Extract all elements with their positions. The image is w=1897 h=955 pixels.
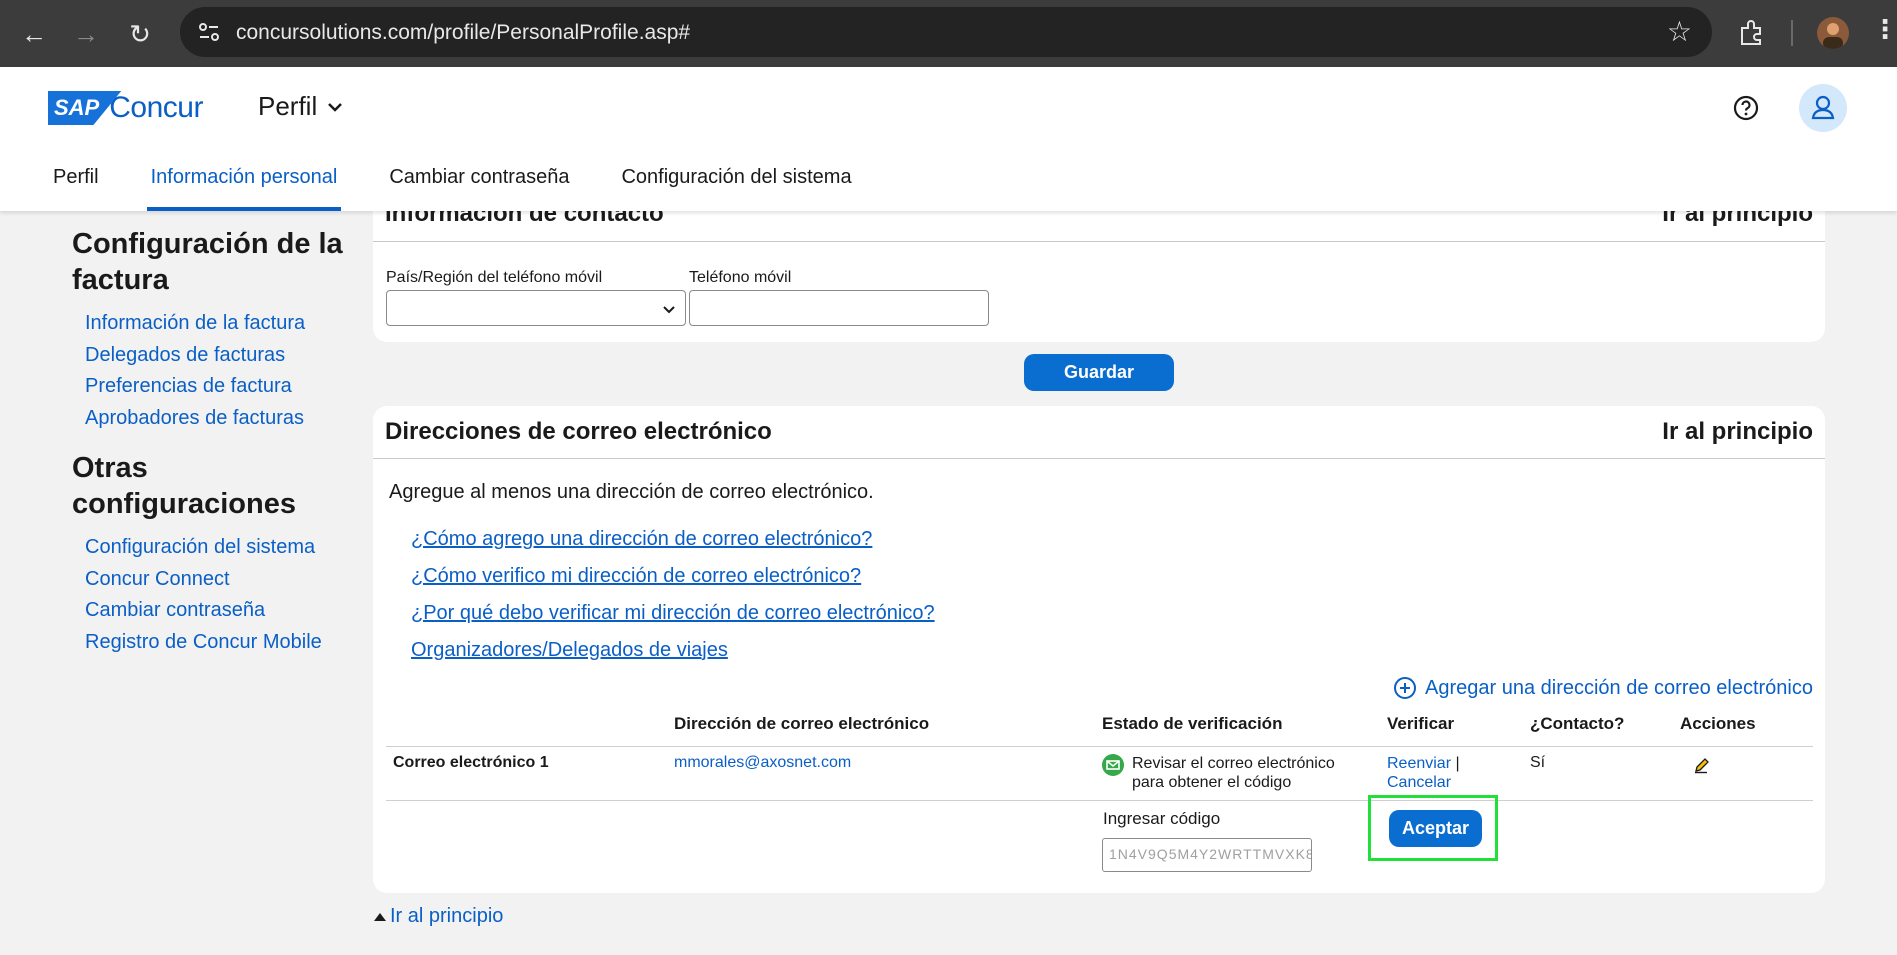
column-header-contact: ¿Contacto?: [1530, 714, 1625, 733]
profile-menu-label: Perfil: [258, 91, 318, 121]
app-header: SAP Concur Perfil Perfil Información per…: [0, 67, 1897, 211]
sidebar-link-registro-mobile[interactable]: Registro de Concur Mobile: [85, 627, 352, 659]
faq-link-verify-email[interactable]: ¿Cómo verifico mi dirección de correo el…: [411, 565, 861, 588]
contact-value: Sí: [1530, 754, 1546, 771]
sidebar-link-configuracion-sistema[interactable]: Configuración del sistema: [85, 532, 352, 564]
bookmark-star-icon[interactable]: ☆: [1667, 15, 1692, 48]
back-to-top-label: Ir al principio: [390, 905, 504, 927]
caret-up-icon: [374, 912, 386, 921]
column-header-email: Dirección de correo electrónico: [674, 714, 930, 733]
sap-concur-logo[interactable]: SAP Concur: [48, 91, 203, 125]
add-email-link[interactable]: Agregar una dirección de correo electrón…: [1393, 676, 1813, 700]
browser-menu-icon[interactable]: ⋮: [1872, 14, 1897, 45]
cancel-link[interactable]: Cancelar: [1387, 774, 1451, 791]
accept-button[interactable]: Aceptar: [1389, 810, 1482, 847]
sidebar-section-title: Otras configuraciones: [72, 452, 296, 520]
reload-icon[interactable]: ↻: [120, 14, 160, 54]
back-arrow-icon[interactable]: ←: [14, 14, 54, 54]
verify-separator: |: [1455, 755, 1460, 772]
extensions-icon[interactable]: [1736, 16, 1768, 48]
edit-pencil-icon[interactable]: [1693, 756, 1711, 774]
browser-profile-avatar[interactable]: [1817, 17, 1849, 49]
contact-info-card: Información de contacto Ir al principio …: [373, 195, 1825, 342]
user-icon: [1811, 95, 1835, 120]
code-label: Ingresar código: [1103, 809, 1221, 828]
user-avatar-button[interactable]: [1799, 84, 1847, 132]
tab-configuracion-sistema[interactable]: Configuración del sistema: [621, 155, 851, 211]
sidebar-link-delegados-facturas[interactable]: Delegados de facturas: [85, 340, 352, 372]
save-button[interactable]: Guardar: [1024, 354, 1174, 391]
verification-status-text: Revisar el correo electrónico para obten…: [1132, 754, 1335, 792]
email-addresses-card: Direcciones de correo electrónico Ir al …: [373, 406, 1825, 893]
mobile-phone-label: Teléfono móvil: [689, 269, 792, 286]
tab-cambiar-contrasena[interactable]: Cambiar contraseña: [389, 155, 569, 211]
url-text[interactable]: concursolutions.com/profile/PersonalProf…: [236, 21, 690, 45]
envelope-icon: [1102, 754, 1124, 776]
add-circle-icon: [1394, 677, 1416, 699]
sidebar-link-preferencias-factura[interactable]: Preferencias de factura: [85, 371, 352, 403]
email-card-title: Direcciones de correo electrónico: [385, 418, 772, 445]
card-divider: [373, 458, 1825, 459]
verification-code-input[interactable]: 1N4V9Q5M4Y2WRTTMVXK8: [1102, 838, 1312, 872]
email-card-top-link[interactable]: Ir al principio: [1662, 418, 1813, 446]
browser-toolbar: ← → ↻ concursolutions.com/profile/Person…: [0, 0, 1897, 67]
sidebar-section-title: Configuración de la factura: [72, 228, 343, 296]
sidebar-link-cambiar-contrasena[interactable]: Cambiar contraseña: [85, 595, 352, 627]
site-settings-icon[interactable]: [194, 17, 224, 47]
verification-status: Revisar el correo electrónico para obten…: [1102, 754, 1335, 792]
resend-link[interactable]: Reenviar: [1387, 755, 1451, 772]
card-divider: [373, 241, 1825, 242]
toolbar-divider: [1791, 20, 1793, 46]
mobile-phone-input[interactable]: [689, 290, 989, 326]
sidebar-list: Información de la factura Delegados de f…: [85, 308, 352, 434]
tab-perfil[interactable]: Perfil: [53, 155, 99, 211]
sidebar-link-concur-connect[interactable]: Concur Connect: [85, 564, 352, 596]
table-divider: [386, 800, 1813, 801]
country-label: País/Región del teléfono móvil: [386, 269, 603, 286]
accept-highlight-box: Aceptar: [1368, 795, 1498, 861]
chevron-down-icon: [328, 102, 343, 112]
column-header-status: Estado de verificación: [1102, 714, 1283, 733]
email-row-name: Correo electrónico 1: [393, 754, 549, 771]
sidebar: Configuración de la factura Información …: [72, 226, 352, 674]
profile-menu[interactable]: Perfil: [258, 91, 343, 122]
add-email-label: Agregar una dirección de correo electrón…: [1425, 676, 1813, 699]
address-bar[interactable]: concursolutions.com/profile/PersonalProf…: [180, 7, 1712, 57]
verify-actions: Reenviar | Cancelar: [1387, 754, 1460, 792]
column-header-verify: Verificar: [1387, 714, 1455, 733]
status-line-2: para obtener el código: [1132, 774, 1292, 791]
faq-link-travel-delegates[interactable]: Organizadores/Delegados de viajes: [411, 639, 728, 662]
sidebar-link-informacion-factura[interactable]: Información de la factura: [85, 308, 352, 340]
faq-link-add-email[interactable]: ¿Cómo agrego una dirección de correo ele…: [411, 528, 872, 551]
faq-link-why-verify[interactable]: ¿Por qué debo verificar mi dirección de …: [411, 602, 935, 625]
forward-arrow-icon[interactable]: →: [66, 14, 106, 54]
tab-informacion-personal[interactable]: Información personal: [146, 155, 342, 211]
status-line-1: Revisar el correo electrónico: [1132, 755, 1335, 772]
concur-logo-text: Concur: [109, 91, 203, 124]
email-intro-text: Agregue al menos una dirección de correo…: [389, 481, 874, 503]
help-icon[interactable]: [1732, 94, 1760, 122]
chevron-down-icon: [663, 306, 675, 314]
table-divider: [386, 746, 1813, 747]
back-to-top-link[interactable]: Ir al principio: [374, 905, 503, 928]
sidebar-link-aprobadores-facturas[interactable]: Aprobadores de facturas: [85, 403, 352, 435]
sidebar-list: Configuración del sistema Concur Connect…: [85, 532, 352, 658]
country-select[interactable]: [386, 290, 686, 326]
profile-tabs: Perfil Información personal Cambiar cont…: [0, 155, 852, 211]
column-header-actions: Acciones: [1680, 714, 1756, 733]
email-row-address[interactable]: mmorales@axosnet.com: [674, 754, 851, 772]
